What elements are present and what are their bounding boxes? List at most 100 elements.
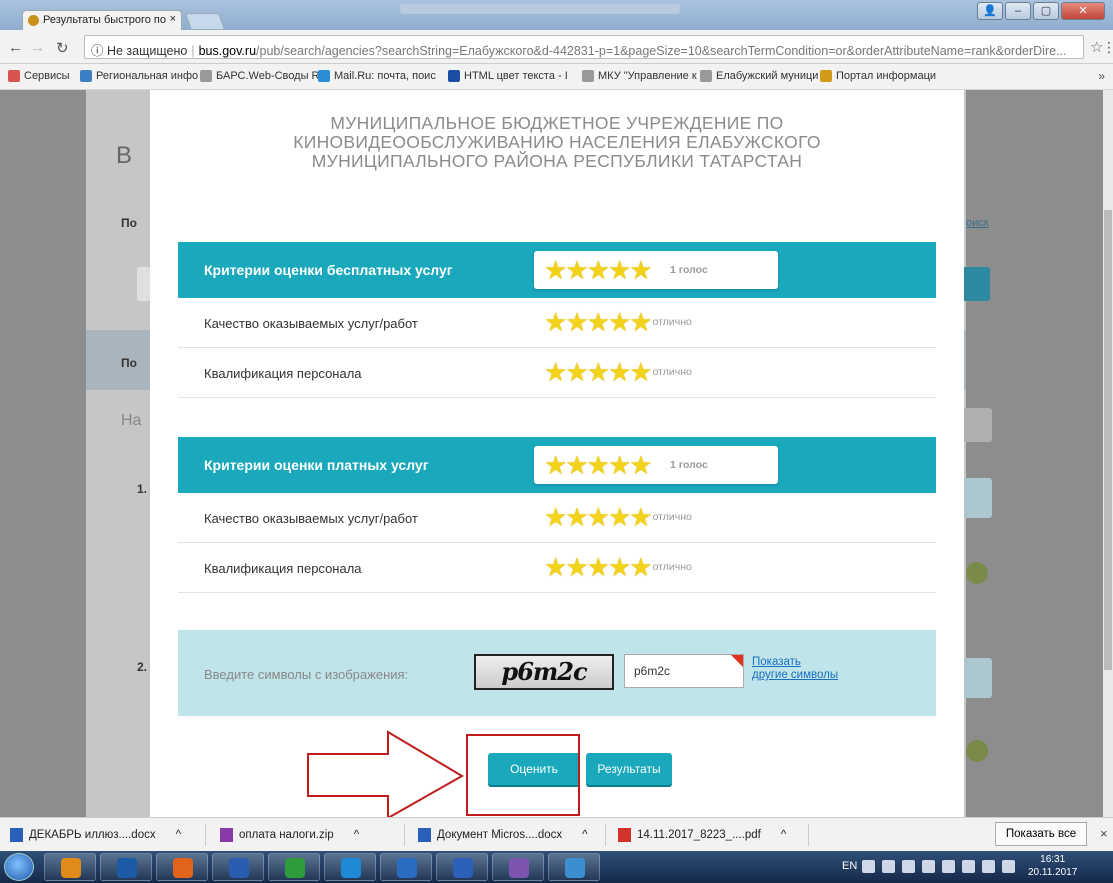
criterion-stars[interactable]: ★ ★ ★ ★ ★ отлично	[544, 359, 692, 385]
new-tab-button[interactable]	[184, 13, 226, 30]
more-bookmarks-icon[interactable]: »	[1098, 69, 1105, 83]
criterion-stars[interactable]: ★ ★ ★ ★ ★ отлично	[544, 504, 692, 530]
star-icon[interactable]: ★	[608, 452, 631, 478]
star-icon[interactable]: ★	[587, 554, 610, 580]
results-button[interactable]: Результаты	[586, 753, 672, 785]
page-scrollbar[interactable]	[1103, 90, 1113, 817]
star-icon[interactable]: ★	[544, 554, 567, 580]
background-search-link[interactable]: оиск	[966, 217, 989, 229]
taskbar-app-button[interactable]	[156, 853, 208, 881]
star-icon[interactable]: ★	[587, 504, 610, 530]
star-icon[interactable]: ★	[544, 504, 567, 530]
bookmark-item[interactable]: Сервисы	[8, 70, 70, 82]
browser-menu-icon[interactable]: ⋮	[1102, 39, 1113, 56]
language-indicator[interactable]: EN	[842, 860, 857, 872]
download-item[interactable]: ДЕКАБРЬ иллюз....docx ^	[10, 828, 181, 842]
star-icon[interactable]: ★	[587, 309, 610, 335]
taskbar-app-button[interactable]	[100, 853, 152, 881]
star-icon[interactable]: ★	[629, 359, 652, 385]
tray-icon[interactable]	[882, 860, 895, 873]
taskbar-app-button[interactable]	[380, 853, 432, 881]
address-bar[interactable]: ⓘ Не защищено | bus.gov.ru/pub/search/agen…	[84, 35, 1084, 59]
network-icon[interactable]	[962, 860, 975, 873]
background-button	[962, 408, 992, 442]
star-icon[interactable]: ★	[608, 257, 631, 283]
start-button[interactable]	[4, 853, 34, 881]
download-item[interactable]: 14.11.2017_8223_....pdf ^	[618, 828, 786, 842]
star-icon[interactable]: ★	[544, 309, 567, 335]
download-item[interactable]: оплата налоги.zip ^	[220, 828, 359, 842]
close-window-button[interactable]: ✕	[1061, 2, 1105, 20]
refresh-captcha-link-line2[interactable]: другие символы	[752, 669, 838, 682]
star-icon[interactable]: ★	[608, 504, 631, 530]
tray-icon[interactable]	[862, 860, 875, 873]
bookmark-item[interactable]: Елабужский муници	[700, 70, 818, 82]
taskbar-app-button[interactable]	[548, 853, 600, 881]
clock[interactable]: 16:31 20.11.2017	[1028, 853, 1077, 879]
star-icon[interactable]: ★	[608, 359, 631, 385]
taskbar-app-button[interactable]	[212, 853, 264, 881]
taskbar-app-button[interactable]	[44, 853, 96, 881]
download-menu-caret-icon[interactable]: ^	[582, 829, 587, 841]
refresh-captcha-link-line1[interactable]: Показать	[752, 656, 838, 669]
star-icon[interactable]: ★	[565, 309, 588, 335]
captcha-input-value: p6m2c	[634, 664, 671, 678]
bookmark-item[interactable]: БАРС.Web-Своды Ri	[200, 70, 322, 82]
show-all-downloads-button[interactable]: Показать все	[995, 822, 1087, 846]
bookmark-item[interactable]: Mail.Ru: почта, поис	[318, 70, 436, 82]
download-menu-caret-icon[interactable]: ^	[354, 829, 359, 841]
bookmark-item[interactable]: Портал информаци	[820, 70, 936, 82]
tray-icon[interactable]	[902, 860, 915, 873]
download-menu-caret-icon[interactable]: ^	[781, 829, 786, 841]
download-item[interactable]: Документ Micros....docx ^	[418, 828, 588, 842]
maximize-button[interactable]: ▢	[1033, 2, 1059, 20]
criterion-stars[interactable]: ★ ★ ★ ★ ★ отлично	[544, 309, 692, 335]
criterion-stars[interactable]: ★ ★ ★ ★ ★ отлично	[544, 554, 692, 580]
back-arrow-icon[interactable]: ←	[8, 39, 23, 56]
bookmark-item[interactable]: Региональная инфо	[80, 70, 198, 82]
browser-tab[interactable]: Результаты быстрого по ×	[22, 10, 182, 30]
star-icon[interactable]: ★	[565, 504, 588, 530]
flag-icon[interactable]	[942, 860, 955, 873]
tab-close-icon[interactable]: ×	[170, 13, 176, 25]
forward-arrow-icon[interactable]: →	[30, 39, 45, 56]
tray-icon[interactable]	[922, 860, 935, 873]
taskbar-app-button[interactable]	[492, 853, 544, 881]
star-icon[interactable]: ★	[544, 257, 567, 283]
star-icon[interactable]: ★	[544, 359, 567, 385]
star-icon[interactable]: ★	[608, 554, 631, 580]
taskbar-app-button[interactable]	[324, 853, 376, 881]
star-icon[interactable]: ★	[608, 309, 631, 335]
taskbar-app-button[interactable]	[268, 853, 320, 881]
star-icon[interactable]: ★	[565, 359, 588, 385]
security-indicator[interactable]: ⓘ Не защищено	[91, 44, 187, 58]
star-icon[interactable]: ★	[587, 452, 610, 478]
captcha-label: Введите символы с изображения:	[204, 667, 409, 682]
download-menu-caret-icon[interactable]: ^	[176, 829, 181, 841]
scrollbar-thumb[interactable]	[1104, 210, 1112, 670]
captcha-input[interactable]: p6m2c	[624, 654, 744, 688]
star-icon[interactable]: ★	[565, 554, 588, 580]
star-icon[interactable]: ★	[629, 452, 652, 478]
taskbar-app-button[interactable]	[436, 853, 488, 881]
volume-icon[interactable]	[982, 860, 995, 873]
bookmark-item[interactable]: МКУ "Управление к	[582, 70, 697, 82]
star-icon[interactable]: ★	[565, 452, 588, 478]
refresh-captcha-link[interactable]: Показать другие символы	[752, 656, 838, 682]
reload-icon[interactable]: ↻	[56, 39, 69, 57]
free-services-stars[interactable]: ★ ★ ★ ★ ★	[544, 257, 653, 283]
star-icon[interactable]: ★	[544, 452, 567, 478]
star-icon[interactable]: ★	[629, 554, 652, 580]
tray-icon[interactable]	[1002, 860, 1015, 873]
star-icon[interactable]: ★	[629, 309, 652, 335]
user-profile-icon[interactable]: 👤	[977, 2, 1003, 20]
minimize-button[interactable]: –	[1005, 2, 1031, 20]
star-icon[interactable]: ★	[587, 257, 610, 283]
star-icon[interactable]: ★	[629, 257, 652, 283]
star-icon[interactable]: ★	[565, 257, 588, 283]
close-downloads-icon[interactable]: ×	[1100, 826, 1108, 841]
paid-services-stars[interactable]: ★ ★ ★ ★ ★	[544, 452, 653, 478]
star-icon[interactable]: ★	[629, 504, 652, 530]
star-icon[interactable]: ★	[587, 359, 610, 385]
bookmark-item[interactable]: HTML цвет текста - I	[448, 70, 568, 82]
